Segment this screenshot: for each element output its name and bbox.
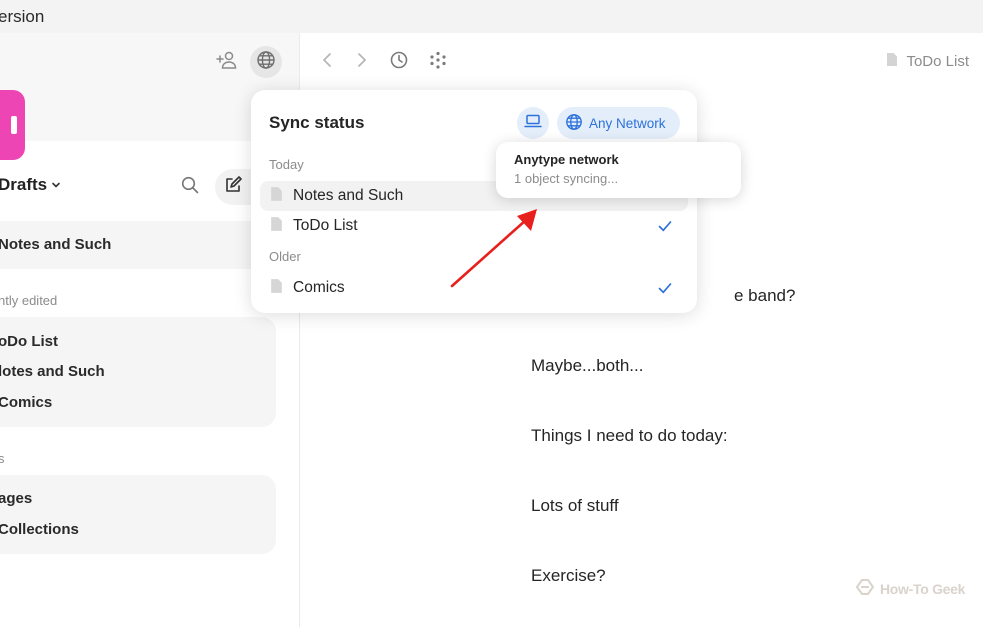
breadcrumb-title: ToDo List xyxy=(906,53,969,70)
today-label: Today xyxy=(269,157,304,172)
logo-icon xyxy=(855,578,875,599)
add-member-icon xyxy=(216,50,238,75)
pinned-widget: Notes and Such xyxy=(0,221,276,269)
tooltip-status: 1 object syncing... xyxy=(514,171,619,186)
title-bar: ersion xyxy=(0,0,983,33)
editor-paragraph[interactable]: Lots of stuff xyxy=(531,496,619,516)
check-icon xyxy=(658,281,672,299)
device-sync-button[interactable] xyxy=(517,107,549,139)
tooltip-title: Anytype network xyxy=(514,152,619,167)
breadcrumb[interactable]: ToDo List xyxy=(886,52,969,71)
editor-paragraph[interactable]: Things I need to do today: xyxy=(531,426,728,446)
document-icon xyxy=(886,52,898,71)
sidebar-item-comics[interactable]: Comics xyxy=(0,394,52,411)
sync-status-button[interactable] xyxy=(250,46,282,78)
types-widget: ages Collections xyxy=(0,475,276,554)
back-button[interactable] xyxy=(315,49,341,75)
sync-item-label: Comics xyxy=(293,279,345,296)
popup-title: Sync status xyxy=(269,113,365,132)
globe-icon xyxy=(565,113,583,134)
history-icon xyxy=(389,50,409,75)
sync-item-label: Notes and Such xyxy=(293,187,404,204)
search-button[interactable] xyxy=(175,172,205,202)
sidebar-item-todo-list[interactable]: oDo List xyxy=(0,333,58,350)
forward-button[interactable] xyxy=(348,49,374,75)
recently-edited-widget: oDo List lotes and Such Comics xyxy=(0,317,276,427)
network-tooltip: Anytype network 1 object syncing... xyxy=(496,142,741,198)
network-label: Any Network xyxy=(589,115,666,131)
sync-item-todo-list[interactable]: ToDo List xyxy=(260,211,688,241)
sync-status-popup: Sync status Any Network Today Notes and … xyxy=(251,90,697,313)
graph-icon xyxy=(428,50,448,75)
types-label: s xyxy=(0,451,5,466)
editor-paragraph[interactable]: Maybe...both... xyxy=(531,356,643,376)
document-icon xyxy=(270,216,283,237)
laptop-icon xyxy=(524,114,542,133)
search-icon xyxy=(180,175,200,200)
check-icon xyxy=(658,219,672,237)
watermark-text: How-To Geek xyxy=(880,580,966,597)
editor-paragraph[interactable]: e band? xyxy=(734,286,795,306)
graph-button[interactable] xyxy=(425,49,451,75)
space-selector[interactable]: Drafts xyxy=(0,175,61,195)
add-member-button[interactable] xyxy=(212,47,242,77)
sidebar-item-notes-and-such[interactable]: Notes and Such xyxy=(0,236,111,253)
globe-icon xyxy=(256,50,276,75)
space-name: Drafts xyxy=(0,175,48,194)
document-icon xyxy=(270,278,283,299)
space-icon[interactable] xyxy=(0,90,25,160)
chevron-down-icon xyxy=(51,175,61,195)
forward-icon xyxy=(354,52,368,73)
watermark: How-To Geek xyxy=(855,578,965,599)
network-button[interactable]: Any Network xyxy=(557,107,680,139)
back-icon xyxy=(321,52,335,73)
document-icon xyxy=(270,186,283,207)
sidebar-item-pages[interactable]: ages xyxy=(0,490,32,507)
sync-item-comics[interactable]: Comics xyxy=(260,273,688,303)
sidebar-item-notes-and-such-recent[interactable]: lotes and Such xyxy=(0,363,105,380)
recently-edited-label: ntly edited xyxy=(0,293,58,308)
editor-paragraph[interactable]: Exercise? xyxy=(531,566,606,586)
older-label: Older xyxy=(269,249,301,264)
edit-icon xyxy=(224,175,242,199)
history-button[interactable] xyxy=(386,49,412,75)
window-title: ersion xyxy=(0,7,45,26)
sync-item-label: ToDo List xyxy=(293,217,358,234)
sidebar-item-collections[interactable]: Collections xyxy=(0,521,79,538)
